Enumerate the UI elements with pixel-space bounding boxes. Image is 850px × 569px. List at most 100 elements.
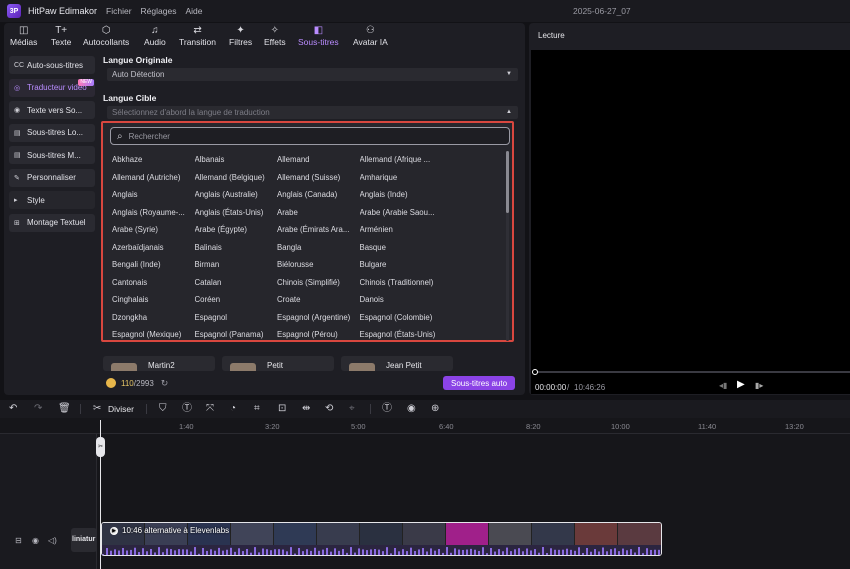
language-option[interactable]: Espagnol (Panama) (195, 327, 278, 345)
sidebar-item-video-translator[interactable]: ◎ Traducteur vidéo NEW (9, 78, 95, 97)
language-option[interactable]: Allemand (Suisse) (277, 170, 360, 188)
language-option[interactable]: Bengali (Inde) (112, 257, 195, 275)
language-option[interactable]: Bangla (277, 240, 360, 258)
target-language-select[interactable]: Sélectionnez d'abord la langue de traduc… (107, 106, 518, 119)
crosshair-icon[interactable]: ⌖ (349, 403, 355, 415)
language-option[interactable]: Arabe (Syrie) (112, 222, 195, 240)
language-option[interactable]: Espagnol (Pérou) (277, 327, 360, 345)
language-option[interactable]: Dzongkha (112, 310, 195, 328)
language-option[interactable]: Cinghalais (112, 292, 195, 310)
voice-card[interactable]: Jean Petit (341, 356, 453, 371)
language-option[interactable]: Anglais (Royaume-... (112, 205, 195, 223)
language-option[interactable]: Cantonais (112, 275, 195, 293)
sidebar-item-local-subtitles[interactable]: ▤ Sous-titres Lo... (9, 123, 95, 142)
language-option[interactable]: Albanais (195, 152, 278, 170)
menu-aide[interactable]: Aide (185, 6, 202, 16)
language-option[interactable]: Espagnol (Colombie) (360, 310, 440, 328)
tab-transition[interactable]: ⇄ Transition (179, 23, 216, 47)
language-option[interactable]: Espagnol (Argentine) (277, 310, 360, 328)
sidebar-item-text-to-speech[interactable]: ◉ Texte vers So... (9, 101, 95, 119)
freeze-icon[interactable]: ⊡ (278, 403, 286, 415)
language-option[interactable]: Chinois (Simplifié) (277, 275, 360, 293)
play-icon[interactable]: ▶ (737, 379, 745, 390)
language-option[interactable]: Allemand (277, 152, 360, 170)
tab-audio[interactable]: ♫ Audio (144, 23, 166, 47)
language-option[interactable]: Bulgare (360, 257, 440, 275)
rotate-icon[interactable]: ⟲ (325, 403, 333, 415)
text-box-icon[interactable]: Ⓣ (182, 403, 192, 415)
timeline-ruler[interactable]: 1:40 3:20 5:00 6:40 8:20 10:00 11:40 13:… (0, 418, 850, 434)
tab-medias[interactable]: ◫ Médias (10, 23, 37, 47)
language-option[interactable]: Arménien (360, 222, 440, 240)
menu-reglages[interactable]: Réglages (141, 6, 177, 16)
auto-subtitles-button[interactable]: Sous-titres auto (443, 376, 515, 390)
eye-icon[interactable]: ◉ (32, 536, 39, 545)
language-option[interactable]: Allemand (Autriche) (112, 170, 195, 188)
voice-card[interactable]: Martin2 (103, 356, 215, 371)
undo-icon[interactable]: ↶ (9, 403, 17, 415)
language-search-input[interactable] (128, 131, 489, 141)
language-option[interactable]: Anglais (Australie) (195, 187, 278, 205)
language-option[interactable]: Biélorusse (277, 257, 360, 275)
seek-bar[interactable] (534, 371, 850, 373)
language-option[interactable]: Danois (360, 292, 440, 310)
prev-frame-icon[interactable]: ◂▮ (719, 381, 727, 390)
redo-icon[interactable]: ↷ (34, 403, 42, 415)
playhead-scissors-icon[interactable]: ✂ (96, 437, 105, 457)
subtitle-tool-icon[interactable]: Ⓣ (382, 403, 392, 415)
language-option[interactable]: Abkhaze (112, 152, 195, 170)
crop-cut-icon[interactable]: ⤧ (206, 403, 214, 415)
tab-effets[interactable]: ✧ Effets (264, 23, 286, 47)
video-clip[interactable]: ▶ 10:46 alternative à Elevenlabs (101, 522, 662, 556)
language-option[interactable]: Basque (360, 240, 440, 258)
language-option[interactable]: Anglais (États-Unis) (195, 205, 278, 223)
language-option[interactable]: Chinois (Traditionnel) (360, 275, 440, 293)
language-option[interactable]: Arabe (Égypte) (195, 222, 278, 240)
source-language-select[interactable]: Auto Détection ▼ (107, 68, 518, 81)
dropdown-scrollbar[interactable] (506, 151, 509, 341)
split-button[interactable]: Diviser (108, 404, 134, 414)
track-layer-icon[interactable]: ⊟ (15, 536, 22, 545)
seek-handle[interactable] (532, 369, 538, 375)
sidebar-item-text-editing[interactable]: ⊞ Montage Textuel (9, 213, 95, 232)
next-frame-icon[interactable]: ▮▸ (755, 381, 763, 390)
language-option[interactable]: Allemand (Afrique ... (360, 152, 440, 170)
language-option[interactable]: Catalan (195, 275, 278, 293)
crop-icon[interactable]: ⌗ (254, 403, 260, 415)
tab-filtres[interactable]: ✦ Filtres (229, 23, 252, 47)
tab-sous-titres[interactable]: ◧ Sous-titres (298, 23, 339, 47)
voice-card[interactable]: Petit (222, 356, 334, 371)
tab-avatar-ia[interactable]: ⚇ Avatar IA (353, 23, 388, 47)
menu-fichier[interactable]: Fichier (106, 6, 132, 16)
language-option[interactable]: Birman (195, 257, 278, 275)
scissors-icon[interactable]: ✂ (93, 403, 101, 415)
sidebar-item-manual-subtitles[interactable]: ▤ Sous-titres M... (9, 146, 95, 164)
language-option[interactable]: Azerbaïdjanais (112, 240, 195, 258)
language-option[interactable]: Anglais (Canada) (277, 187, 360, 205)
mirror-icon[interactable]: ⇹ (302, 403, 310, 415)
language-option[interactable]: Allemand (Belgique) (195, 170, 278, 188)
sidebar-item-customize[interactable]: ✎ Personnaliser (9, 168, 95, 187)
scroll-thumb[interactable] (506, 151, 509, 213)
language-option[interactable]: Espagnol (Mexique) (112, 327, 195, 345)
speed-icon[interactable]: ◔ (230, 403, 236, 415)
record-icon[interactable]: ◉ (407, 403, 416, 415)
language-option[interactable]: Arabe (Arabie Saou... (360, 205, 440, 223)
language-option[interactable]: Espagnol (États-Unis) (360, 327, 440, 345)
sidebar-item-style[interactable]: ▸ Style (9, 191, 95, 209)
language-search-box[interactable]: ⌕ (110, 127, 510, 145)
language-option[interactable]: Croate (277, 292, 360, 310)
language-option[interactable]: Espagnol (195, 310, 278, 328)
language-option[interactable]: Arabe (Émirats Ara... (277, 222, 360, 240)
tab-autocollants[interactable]: ⬡ Autocollants (83, 23, 129, 47)
speaker-icon[interactable]: ◁) (48, 536, 57, 545)
sidebar-item-auto-subtitles[interactable]: CC Auto-sous-titres (9, 56, 95, 74)
shield-icon[interactable]: ⛉ (159, 403, 167, 415)
language-option[interactable]: Anglais (112, 187, 195, 205)
language-option[interactable]: Balinais (195, 240, 278, 258)
language-option[interactable]: Amharique (360, 170, 440, 188)
tab-texte[interactable]: T+ Texte (51, 23, 71, 47)
delete-icon[interactable]: 🗑 (58, 403, 71, 415)
language-option[interactable]: Coréen (195, 292, 278, 310)
export-icon[interactable]: ⊕ (431, 403, 439, 415)
